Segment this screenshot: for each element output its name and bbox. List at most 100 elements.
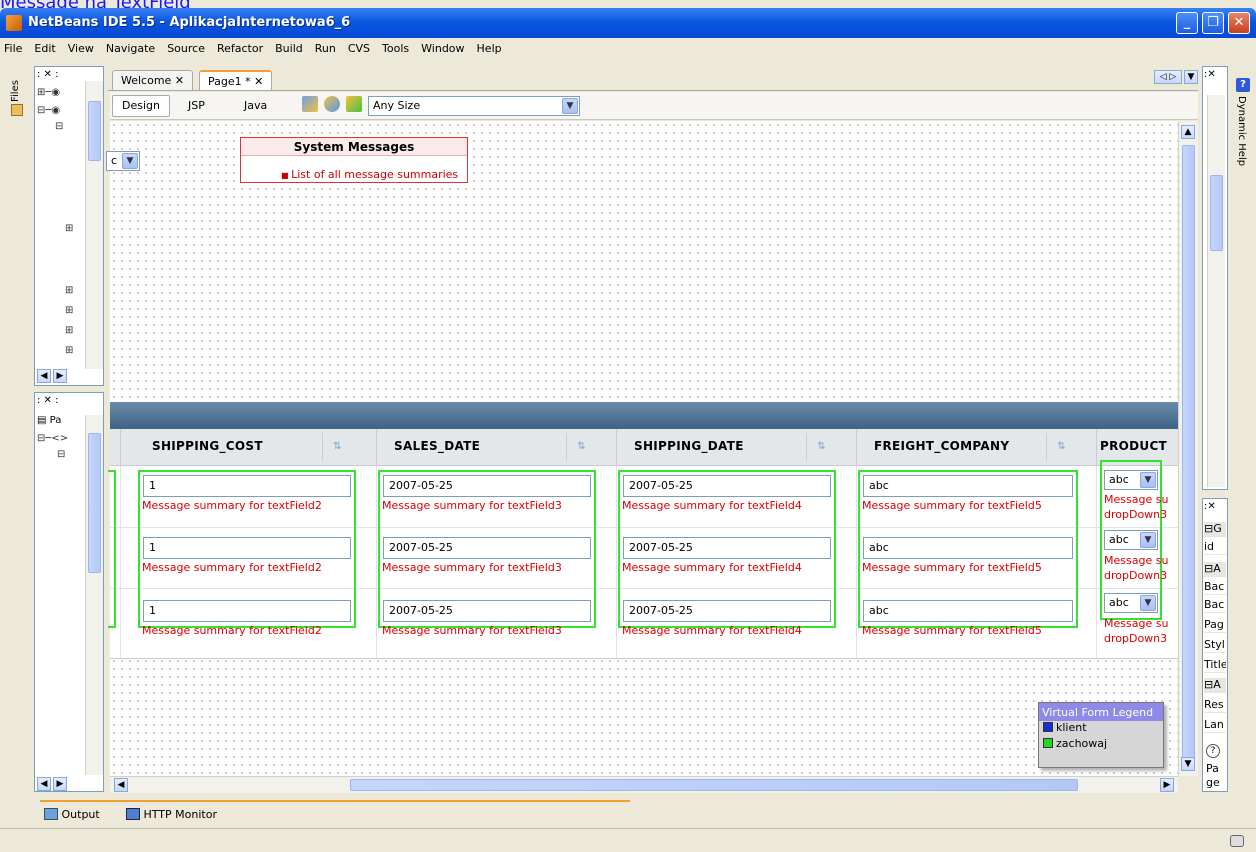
- chevron-down-icon[interactable]: ▼: [1140, 472, 1156, 488]
- property-row[interactable]: Pag: [1204, 618, 1226, 633]
- scroll-left-icon[interactable]: ◀: [37, 777, 51, 791]
- shipping-date-field[interactable]: 2007-05-25: [623, 537, 831, 559]
- property-row[interactable]: Res: [1204, 698, 1226, 713]
- property-row[interactable]: Lan: [1204, 718, 1226, 733]
- refresh-icon[interactable]: [324, 96, 340, 112]
- column-header-sales-date[interactable]: SALES_DATE: [394, 439, 480, 453]
- chevron-down-icon[interactable]: ▼: [122, 153, 138, 169]
- column-header-shipping-date[interactable]: SHIPPING_DATE: [634, 439, 744, 453]
- sort-icon[interactable]: ⇅: [1046, 433, 1076, 461]
- palette-vertical-scrollbar[interactable]: [1207, 95, 1225, 487]
- sales-date-field[interactable]: 2007-05-25: [383, 537, 591, 559]
- menu-refactor[interactable]: Refactor: [211, 38, 269, 55]
- virtual-form-legend[interactable]: Virtual Form Legend klient zachowaj: [1038, 702, 1164, 768]
- sort-icon[interactable]: ⇅: [806, 433, 836, 461]
- sort-icon[interactable]: ⇅: [322, 433, 352, 461]
- dynamic-help-side-tab[interactable]: Dynamic Help: [1236, 96, 1247, 166]
- scroll-right-icon[interactable]: ▶: [53, 777, 67, 791]
- tree-vertical-scrollbar[interactable]: [85, 81, 103, 369]
- menu-build[interactable]: Build: [269, 38, 309, 55]
- sales-date-field[interactable]: 2007-05-25: [383, 600, 591, 622]
- scroll-thumb[interactable]: [88, 433, 101, 573]
- menu-window[interactable]: Window: [415, 38, 470, 55]
- navigator-vertical-scrollbar[interactable]: [85, 415, 103, 775]
- tab-page1[interactable]: Page1 * ✕: [199, 70, 273, 90]
- jsp-view-button[interactable]: JSP: [188, 99, 205, 112]
- help-icon[interactable]: ?: [1206, 744, 1220, 758]
- tree-node-expander[interactable]: ⊞─◉: [37, 87, 60, 98]
- shipping-date-field[interactable]: 2007-05-25: [623, 475, 831, 497]
- product-dropdown[interactable]: abc ▼: [1104, 593, 1158, 613]
- scroll-thumb[interactable]: [1182, 145, 1195, 765]
- shipping-date-field[interactable]: 2007-05-25: [623, 600, 831, 622]
- property-group[interactable]: ⊟A: [1204, 562, 1226, 577]
- tab-list-dropdown-icon[interactable]: ▼: [1184, 70, 1198, 84]
- panel-close-icon[interactable]: :✕: [1204, 69, 1216, 80]
- menu-tools[interactable]: Tools: [376, 38, 415, 55]
- shipping-cost-field[interactable]: 1: [143, 600, 351, 622]
- panel-close-icon[interactable]: : ✕ :: [37, 395, 58, 406]
- property-group[interactable]: ⊟G: [1204, 522, 1226, 537]
- menu-navigate[interactable]: Navigate: [100, 38, 161, 55]
- preview-icon[interactable]: [302, 96, 318, 112]
- files-side-tab[interactable]: Files: [10, 66, 21, 102]
- scroll-thumb[interactable]: [88, 101, 101, 161]
- chevron-down-icon[interactable]: ▼: [1140, 532, 1156, 548]
- scroll-right-icon[interactable]: ▶: [53, 369, 67, 383]
- menu-source[interactable]: Source: [161, 38, 211, 55]
- product-dropdown[interactable]: abc ▼: [1104, 530, 1158, 550]
- freight-company-field[interactable]: abc: [863, 475, 1073, 497]
- column-header-freight-company[interactable]: FREIGHT_COMPANY: [874, 439, 1009, 453]
- scroll-up-icon[interactable]: ▲: [1181, 125, 1195, 139]
- menu-help[interactable]: Help: [471, 38, 508, 55]
- property-row[interactable]: Title: [1204, 658, 1226, 673]
- freight-company-field[interactable]: abc: [863, 537, 1073, 559]
- scroll-thumb[interactable]: [1210, 175, 1223, 251]
- product-dropdown[interactable]: abc ▼: [1104, 470, 1158, 490]
- sales-date-field[interactable]: 2007-05-25: [383, 475, 591, 497]
- tree-node-expander[interactable]: ⊟: [55, 121, 63, 132]
- http-monitor-tab[interactable]: HTTP Monitor: [126, 808, 217, 821]
- panel-close-icon[interactable]: :✕: [1204, 501, 1216, 512]
- tab-scroll-arrows-icon[interactable]: ◁ ▷: [1154, 70, 1182, 84]
- close-window-button[interactable]: ✕: [1228, 12, 1250, 34]
- minimize-button[interactable]: _: [1176, 12, 1198, 34]
- menu-run[interactable]: Run: [309, 38, 342, 55]
- scroll-right-icon[interactable]: ▶: [1160, 778, 1174, 792]
- property-row[interactable]: Styl: [1204, 638, 1226, 653]
- menu-view[interactable]: View: [62, 38, 100, 55]
- tree-node-expander[interactable]: ⊞: [65, 305, 73, 316]
- property-row[interactable]: Bac: [1204, 598, 1226, 613]
- scroll-thumb[interactable]: [350, 779, 1078, 791]
- tree-node-expander[interactable]: ⊟─◉: [37, 105, 60, 116]
- tree-node-expander[interactable]: ⊟─<>: [37, 433, 68, 444]
- gc-indicator-icon[interactable]: [1230, 835, 1244, 847]
- output-tab[interactable]: Output: [44, 808, 100, 821]
- virtual-forms-icon[interactable]: [346, 96, 362, 112]
- maximize-button[interactable]: ❐: [1202, 12, 1224, 34]
- menu-edit[interactable]: Edit: [28, 38, 61, 55]
- column-header-product[interactable]: PRODUCT: [1100, 439, 1170, 453]
- sort-icon[interactable]: ⇅: [566, 433, 596, 461]
- shipping-cost-field[interactable]: 1: [143, 475, 351, 497]
- chevron-down-icon[interactable]: ▼: [562, 98, 578, 114]
- tree-node-expander[interactable]: ⊞: [65, 285, 73, 296]
- close-icon[interactable]: ✕: [175, 74, 184, 87]
- table-title-bar[interactable]: [110, 402, 1178, 429]
- tab-welcome[interactable]: Welcome ✕: [112, 70, 194, 90]
- tree-node-expander[interactable]: ⊞: [65, 345, 73, 356]
- freight-company-field[interactable]: abc: [863, 600, 1073, 622]
- help-icon[interactable]: ?: [1236, 78, 1250, 92]
- java-view-button[interactable]: Java: [244, 99, 267, 112]
- close-icon[interactable]: ✕: [254, 75, 263, 88]
- scroll-down-icon[interactable]: ▼: [1181, 757, 1195, 771]
- property-row[interactable]: id: [1204, 540, 1226, 555]
- chevron-down-icon[interactable]: ▼: [1140, 595, 1156, 611]
- menu-cvs[interactable]: CVS: [342, 38, 376, 55]
- system-messages-component[interactable]: System Messages List of all message summ…: [240, 137, 468, 183]
- scroll-left-icon[interactable]: ◀: [37, 369, 51, 383]
- designer-horizontal-scrollbar[interactable]: ◀ ▶: [110, 776, 1178, 793]
- designer-vertical-scrollbar[interactable]: ▲ ▼: [1178, 121, 1198, 776]
- tree-node-expander[interactable]: ⊞: [65, 325, 73, 336]
- target-size-dropdown[interactable]: Any Size ▼: [368, 96, 580, 116]
